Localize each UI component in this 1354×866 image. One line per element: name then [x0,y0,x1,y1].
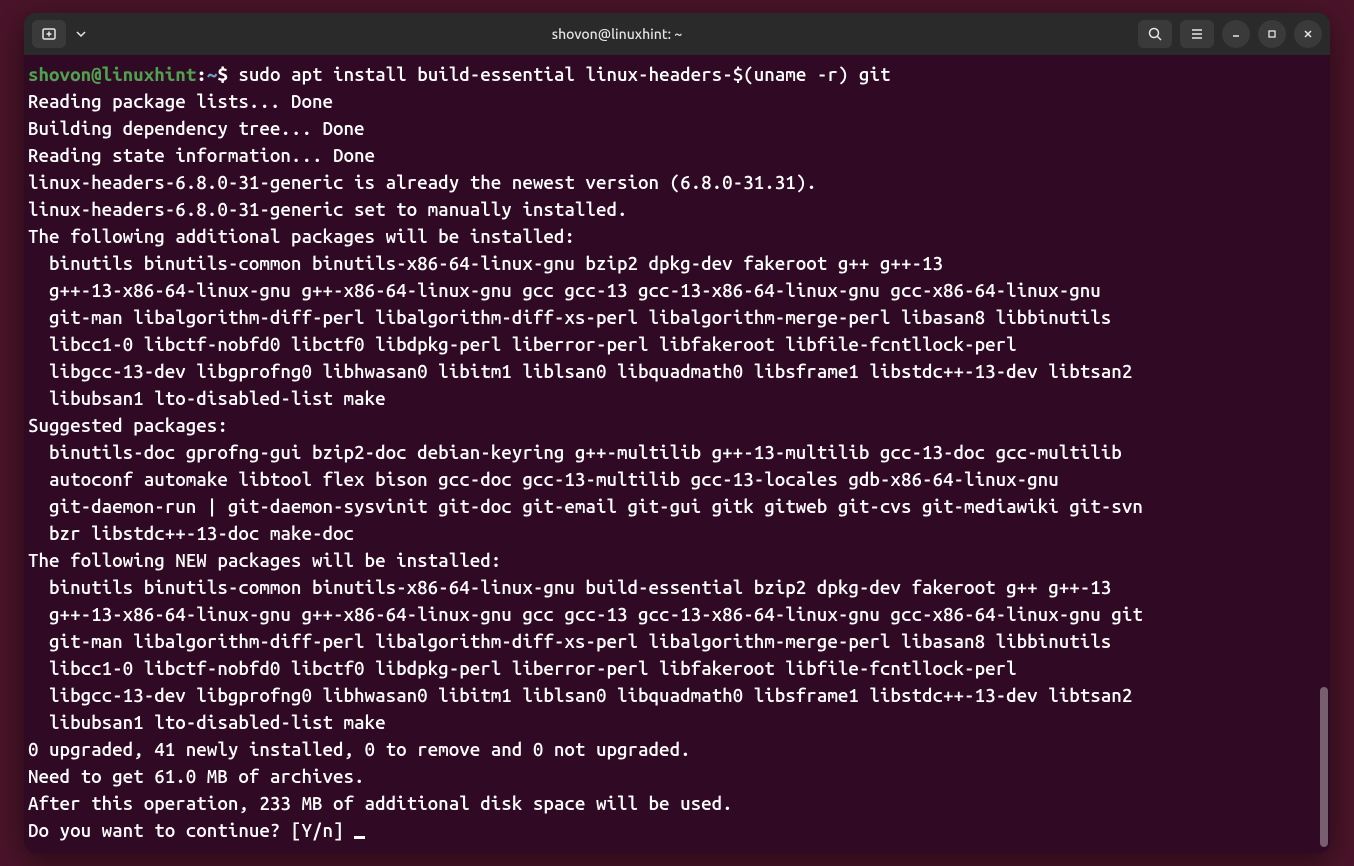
terminal-window: shovon@linuxhint: ~ [24,13,1330,853]
cursor [354,836,365,839]
minimize-button[interactable] [1222,20,1250,48]
prompt-sep-colon: : [196,63,207,85]
close-icon [1302,28,1314,40]
titlebar: shovon@linuxhint: ~ [24,13,1330,55]
search-button[interactable] [1138,20,1172,48]
prompt-path: ~ [207,63,218,85]
window-title: shovon@linuxhint: ~ [96,26,1138,42]
prompt-dollar: $ [217,63,228,85]
scrollbar[interactable] [1318,55,1328,851]
search-icon [1147,26,1163,42]
scrollbar-thumb[interactable] [1320,687,1328,847]
new-tab-button[interactable] [32,20,66,48]
maximize-icon [1266,28,1278,40]
new-tab-icon [41,26,57,42]
menu-button[interactable] [1180,20,1214,48]
maximize-button[interactable] [1258,20,1286,48]
close-button[interactable] [1294,20,1322,48]
command-text: sudo apt install build-essential linux-h… [228,63,891,85]
tab-menu-button[interactable] [70,20,92,48]
prompt-user-host: shovon@linuxhint [28,63,196,85]
terminal-viewport[interactable]: shovon@linuxhint:~$ sudo apt install bui… [24,55,1330,853]
hamburger-icon [1189,26,1205,42]
terminal-output: Reading package lists... Done Building d… [28,90,1143,841]
minimize-icon [1230,28,1242,40]
chevron-down-icon [75,28,87,40]
